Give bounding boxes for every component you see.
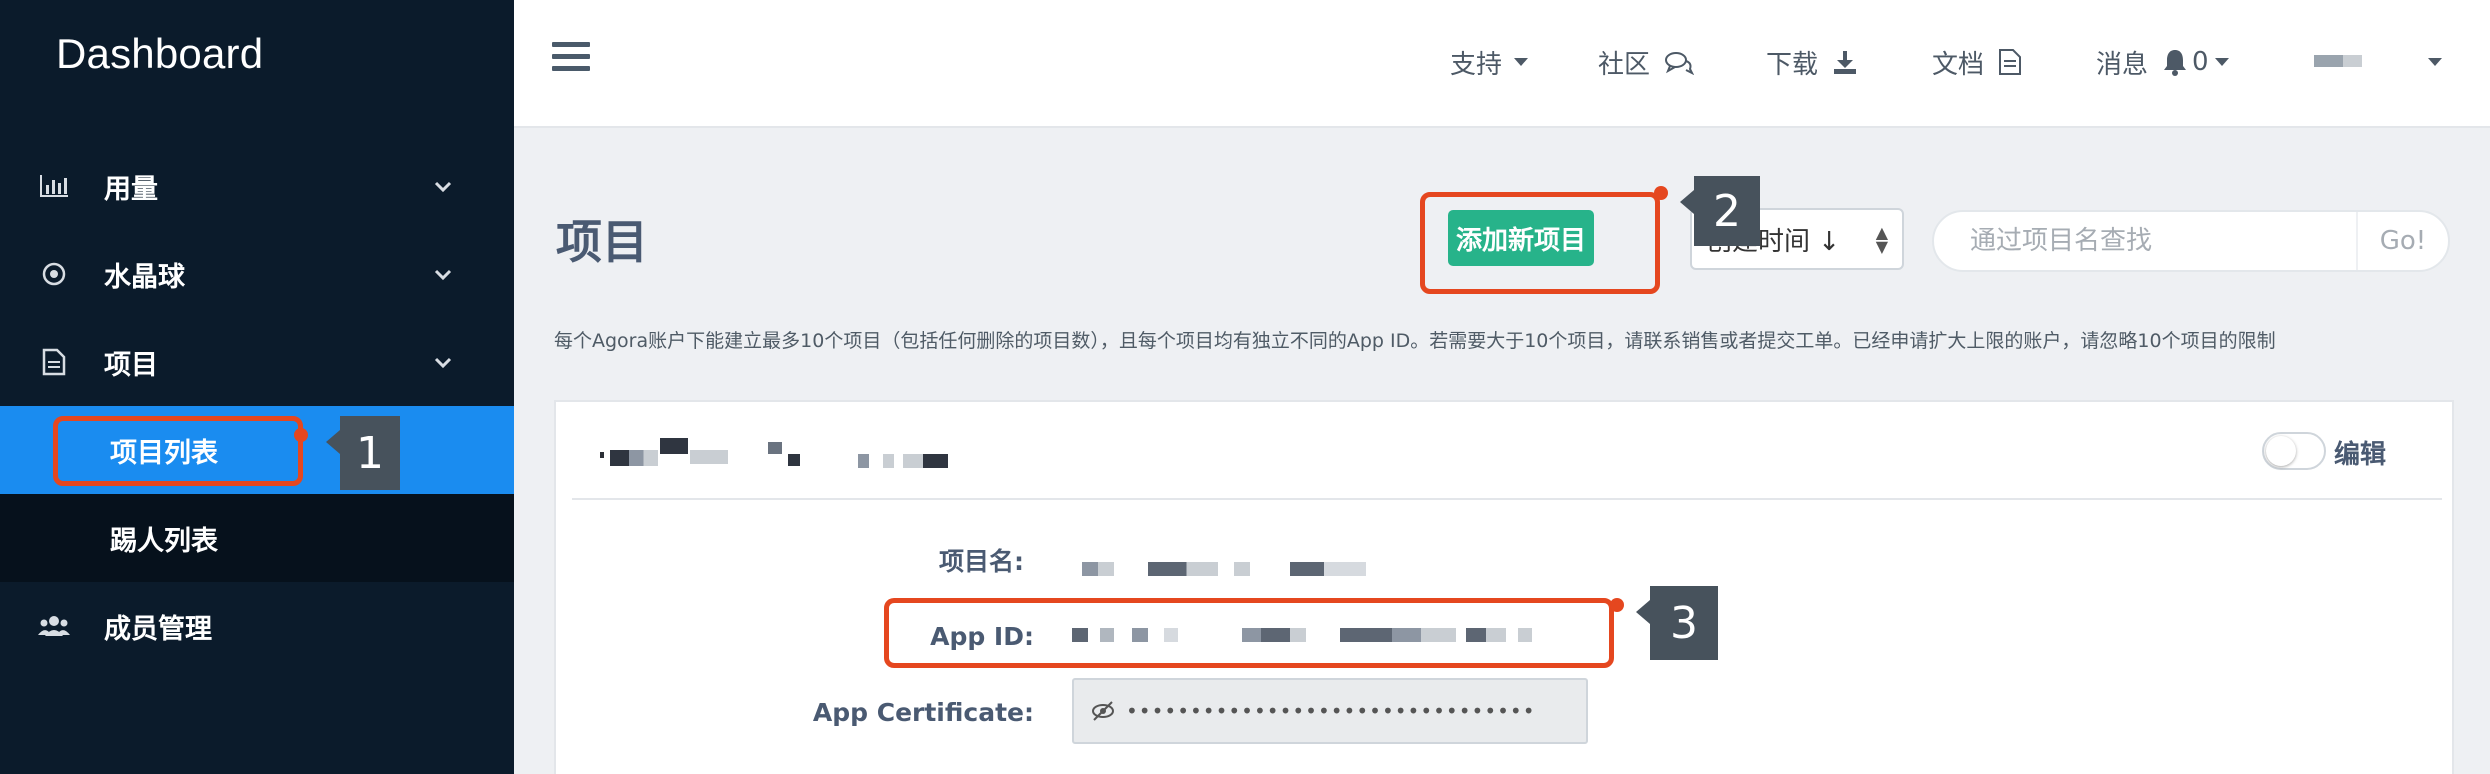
hamburger-icon[interactable] — [552, 42, 590, 72]
edit-label: 编辑 — [2334, 440, 2387, 470]
select-arrows-icon: ▲ ▼ — [1875, 223, 1888, 256]
nav-label: 下载 — [1766, 49, 1819, 80]
highlight-dot — [1654, 186, 1668, 200]
users-icon — [38, 610, 70, 642]
app-certificate-value: •••••••••••••••••••••••••••••••• — [1126, 699, 1536, 723]
eye-slash-icon[interactable] — [1090, 700, 1116, 722]
user-avatar[interactable] — [2314, 55, 2362, 67]
masked-project-name — [1234, 562, 1250, 576]
highlight-box-1 — [53, 416, 303, 486]
masked-text — [660, 438, 688, 454]
highlight-box-2 — [1420, 192, 1660, 294]
masked-project-name — [1290, 562, 1366, 576]
notification-count: 0 — [2192, 47, 2209, 77]
document-icon — [38, 346, 70, 378]
app-certificate-label: App Certificate: — [812, 698, 1034, 727]
sidebar-item-label: 项目 — [104, 349, 158, 381]
annotation-tag-2: 2 — [1680, 176, 1760, 246]
sidebar-subitem-kick-list[interactable]: 踢人列表 — [0, 494, 514, 582]
user-menu-caret-icon[interactable] — [2428, 58, 2442, 66]
search-box: Go! — [1932, 210, 2450, 272]
chevron-down-icon — [434, 269, 452, 281]
sidebar-item-label: 成员管理 — [104, 613, 212, 645]
masked-text — [858, 454, 948, 468]
caret-down-icon — [2214, 58, 2229, 66]
chevron-down-icon — [434, 357, 452, 369]
bar-chart-icon — [38, 170, 70, 202]
sidebar-item-usage[interactable]: 用量 — [0, 142, 514, 230]
highlight-dot — [1610, 598, 1624, 612]
sidebar-item-label: 水晶球 — [104, 261, 185, 293]
nav-support[interactable]: 支持 — [1450, 42, 1529, 82]
masked-text — [768, 442, 782, 454]
highlight-dot — [294, 428, 308, 442]
sidebar-item-members[interactable]: 成员管理 — [0, 582, 514, 670]
sidebar: Dashboard 用量 水晶球 项目 项目列表 踢人列表 成员管理 — [0, 0, 514, 774]
sidebar-item-label: 用量 — [104, 173, 158, 205]
nav-label: 支持 — [1450, 49, 1503, 80]
go-button[interactable]: Go! — [2356, 212, 2448, 270]
annotation-tag-3: 3 — [1636, 586, 1718, 660]
edit-toggle[interactable] — [2262, 432, 2326, 470]
masked-text — [600, 452, 604, 458]
app-certificate-field[interactable]: •••••••••••••••••••••••••••••••• — [1072, 678, 1588, 744]
highlight-box-3 — [884, 598, 1614, 668]
brand-logo[interactable]: Dashboard — [56, 30, 263, 78]
chat-icon — [1665, 52, 1695, 75]
divider — [572, 498, 2442, 500]
nav-messages[interactable]: 消息 0 — [2096, 42, 2229, 82]
nav-label: 文档 — [1932, 49, 1985, 80]
bell-icon — [2164, 50, 2187, 76]
project-limit-notice: 每个Agora账户下能建立最多10个项目（包括任何删除的项目数），且每个项目均有… — [554, 330, 2276, 352]
search-input[interactable] — [1970, 212, 2350, 270]
nav-download[interactable]: 下载 — [1766, 42, 1858, 82]
nav-docs[interactable]: 文档 — [1932, 42, 2022, 82]
project-name-label: 项目名: — [939, 547, 1024, 576]
sidebar-item-projects[interactable]: 项目 — [0, 318, 514, 406]
caret-down-icon — [1514, 58, 1529, 66]
annotation-tag-1: 1 — [326, 416, 400, 490]
sidebar-subitem-label: 踢人列表 — [110, 525, 218, 557]
target-icon — [38, 258, 70, 290]
top-bar: 支持 社区 下载 文档 消息 0 — [514, 0, 2490, 128]
masked-text — [788, 454, 800, 466]
masked-project-name — [1082, 562, 1114, 576]
file-icon — [1999, 49, 2022, 75]
masked-text — [610, 450, 658, 466]
masked-project-name — [1148, 562, 1218, 576]
download-icon — [1834, 51, 1857, 74]
nav-community[interactable]: 社区 — [1598, 42, 1695, 82]
masked-text — [690, 450, 728, 464]
sidebar-item-crystal-ball[interactable]: 水晶球 — [0, 230, 514, 318]
nav-label: 消息 — [2096, 49, 2149, 80]
page-title: 项目 — [556, 215, 648, 269]
nav-label: 社区 — [1598, 49, 1651, 80]
chevron-down-icon — [434, 181, 452, 193]
